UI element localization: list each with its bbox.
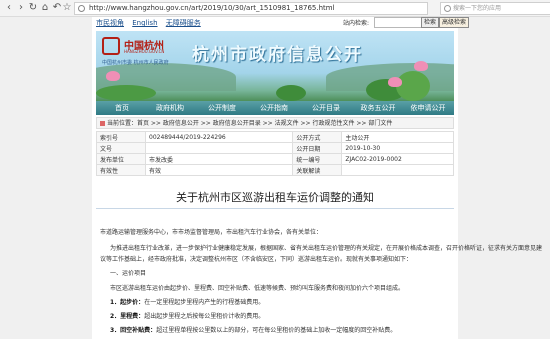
top-link-citizen[interactable]: 市民视角	[96, 19, 124, 27]
lotus-leaf	[276, 85, 306, 101]
list-item-term: 1．起步价：	[110, 299, 145, 306]
forward-icon[interactable]: ›	[15, 2, 27, 14]
top-link-english[interactable]: English	[132, 19, 157, 27]
site-search-button[interactable]: 检索	[421, 17, 439, 28]
page-background-left	[0, 17, 92, 339]
doc-meta-table: 索引号 002489444/2019-224296 公开方式 主动公开 文号 公…	[96, 131, 454, 176]
refresh-icon[interactable]: ↻	[27, 2, 39, 14]
list-item-text: 超出起步里程之后按每公里租价计收的费用。	[144, 313, 265, 320]
nav-item-home[interactable]: 首页	[96, 101, 148, 115]
main-nav: 首页 政府机构 公开制度 公开指南 公开目录 政务五公开 依申请公开	[96, 101, 454, 115]
nav-item-system[interactable]: 公开制度	[196, 101, 248, 115]
banner-title: 杭州市政府信息公开	[192, 45, 363, 65]
top-link-accessibility[interactable]: 无障碍服务	[166, 19, 201, 27]
doc-paragraph: 市区巡游出租车运价由起步价、里程费、回空补贴费、低速等候费、预约叫车服务费和夜间…	[110, 285, 405, 292]
table-row: 索引号 002489444/2019-224296 公开方式 主动公开	[96, 131, 454, 143]
logo-emblem-icon	[102, 37, 120, 55]
list-item-term: 2．里程费：	[110, 313, 145, 320]
meta-value: 2019-10-30	[341, 142, 454, 154]
meta-value: 主动公开	[341, 131, 454, 143]
table-row: 有效性 有效 关联解读	[96, 164, 454, 176]
meta-value: 市发改委	[144, 153, 294, 165]
browser-toolbar: ‹ › ↻ ⌂ ↶ ☆ http://www.hangzhou.gov.cn/a…	[0, 0, 550, 17]
meta-value	[341, 164, 454, 176]
page-background-right	[458, 17, 550, 339]
meta-value: 有效	[144, 164, 294, 176]
meta-key: 关联解读	[292, 164, 343, 176]
meta-value: ZJAC02-2019-0002	[341, 153, 454, 165]
site-logo[interactable]: 中国杭州 HANGZHOU.GOV.CN 中国杭州市委 杭州市人民政府	[102, 37, 178, 66]
lotus-leaf	[96, 85, 156, 101]
logo-domain: HANGZHOU.GOV.CN	[124, 49, 165, 54]
browser-search-input[interactable]: 搜索一下您的应用	[440, 2, 550, 15]
nav-item-five-open[interactable]: 政务五公开	[352, 101, 404, 115]
meta-key: 索引号	[96, 131, 146, 143]
location-icon	[100, 121, 105, 126]
address-bar[interactable]: http://www.hangzhou.gov.cn/art/2019/10/3…	[74, 2, 428, 15]
document-title: 关于杭州市区巡游出租车运价调整的通知	[176, 191, 374, 204]
meta-key: 公开日期	[292, 142, 343, 154]
doc-list-item: 3．回空补贴费：超过里程单程按公里数以上的部分，可在每公里租价的基础上加收一定幅…	[110, 325, 396, 334]
nav-item-guide[interactable]: 公开指南	[248, 101, 300, 115]
meta-key: 有效性	[96, 164, 146, 176]
lotus-flower	[106, 71, 120, 81]
table-row: 发布单位 市发改委 统一编号 ZJAC02-2019-0002	[96, 153, 454, 165]
advanced-search-button[interactable]: 高级检索	[439, 17, 469, 28]
doc-paragraph: 议等工作基础上，经市政府批准，决定调整杭州市区（不含临安区，下同）巡游出租车运价…	[100, 256, 413, 263]
meta-value: 002489444/2019-224296	[144, 131, 294, 143]
star-icon[interactable]: ☆	[61, 2, 73, 14]
breadcrumb: 当前位置：首页 >> 政府信息公开 >> 政府信息公开目录 >> 法规文件 >>…	[96, 117, 454, 129]
nav-item-agencies[interactable]: 政府机构	[144, 101, 196, 115]
search-icon	[444, 5, 451, 12]
doc-list-item: 2．里程费：超出起步里程之后按每公里租价计收的费用。	[110, 311, 264, 320]
meta-value	[144, 142, 294, 154]
browser-search-placeholder: 搜索一下您的应用	[453, 5, 502, 12]
lotus-flower	[414, 61, 428, 71]
address-url: http://www.hangzhou.gov.cn/art/2019/10/3…	[89, 4, 335, 12]
list-item-term: 3．回空补贴费：	[110, 327, 157, 334]
doc-paragraph: 为推进出租车行业改革，进一步保护行业健康稳定发展，根据国家、省有关出租车运价管理…	[110, 245, 543, 252]
meta-key: 发布单位	[96, 153, 146, 165]
meta-key: 统一编号	[292, 153, 343, 165]
site-banner: 中国杭州 HANGZHOU.GOV.CN 中国杭州市委 杭州市人民政府 杭州市政…	[96, 31, 454, 101]
nav-item-apply[interactable]: 依申请公开	[402, 101, 454, 115]
doc-list-item: 1．起步价：在一定里程起步里程内产生的行程基础费用。	[110, 297, 264, 306]
lotus-leaf	[396, 71, 430, 101]
breadcrumb-text[interactable]: 当前位置：首页 >> 政府信息公开 >> 政府信息公开目录 >> 法规文件 >>…	[107, 120, 392, 127]
table-row: 文号 公开日期 2019-10-30	[96, 142, 454, 154]
page-icon	[78, 5, 85, 12]
doc-heading: 一、运价项目	[110, 270, 147, 277]
lotus-flower	[388, 77, 402, 87]
nav-item-catalog[interactable]: 公开目录	[300, 101, 352, 115]
home-icon[interactable]: ⌂	[39, 2, 51, 14]
meta-key: 公开方式	[292, 131, 343, 143]
title-divider	[96, 208, 454, 209]
site-search-label: 站内检索:	[343, 20, 370, 27]
back-icon[interactable]: ‹	[3, 2, 15, 14]
logo-subtitle: 中国杭州市委 杭州市人民政府	[102, 60, 169, 66]
doc-paragraph: 市道路运输管理服务中心，市市场监督管理局，市出租汽车行业协会，各有关单位：	[100, 229, 323, 236]
list-item-text: 在一定里程起步里程内产生的行程基础费用。	[144, 299, 265, 306]
list-item-text: 超过里程单程按公里数以上的部分，可在每公里租价的基础上加收一定幅度的回空补贴费。	[156, 327, 397, 334]
meta-key: 文号	[96, 142, 146, 154]
